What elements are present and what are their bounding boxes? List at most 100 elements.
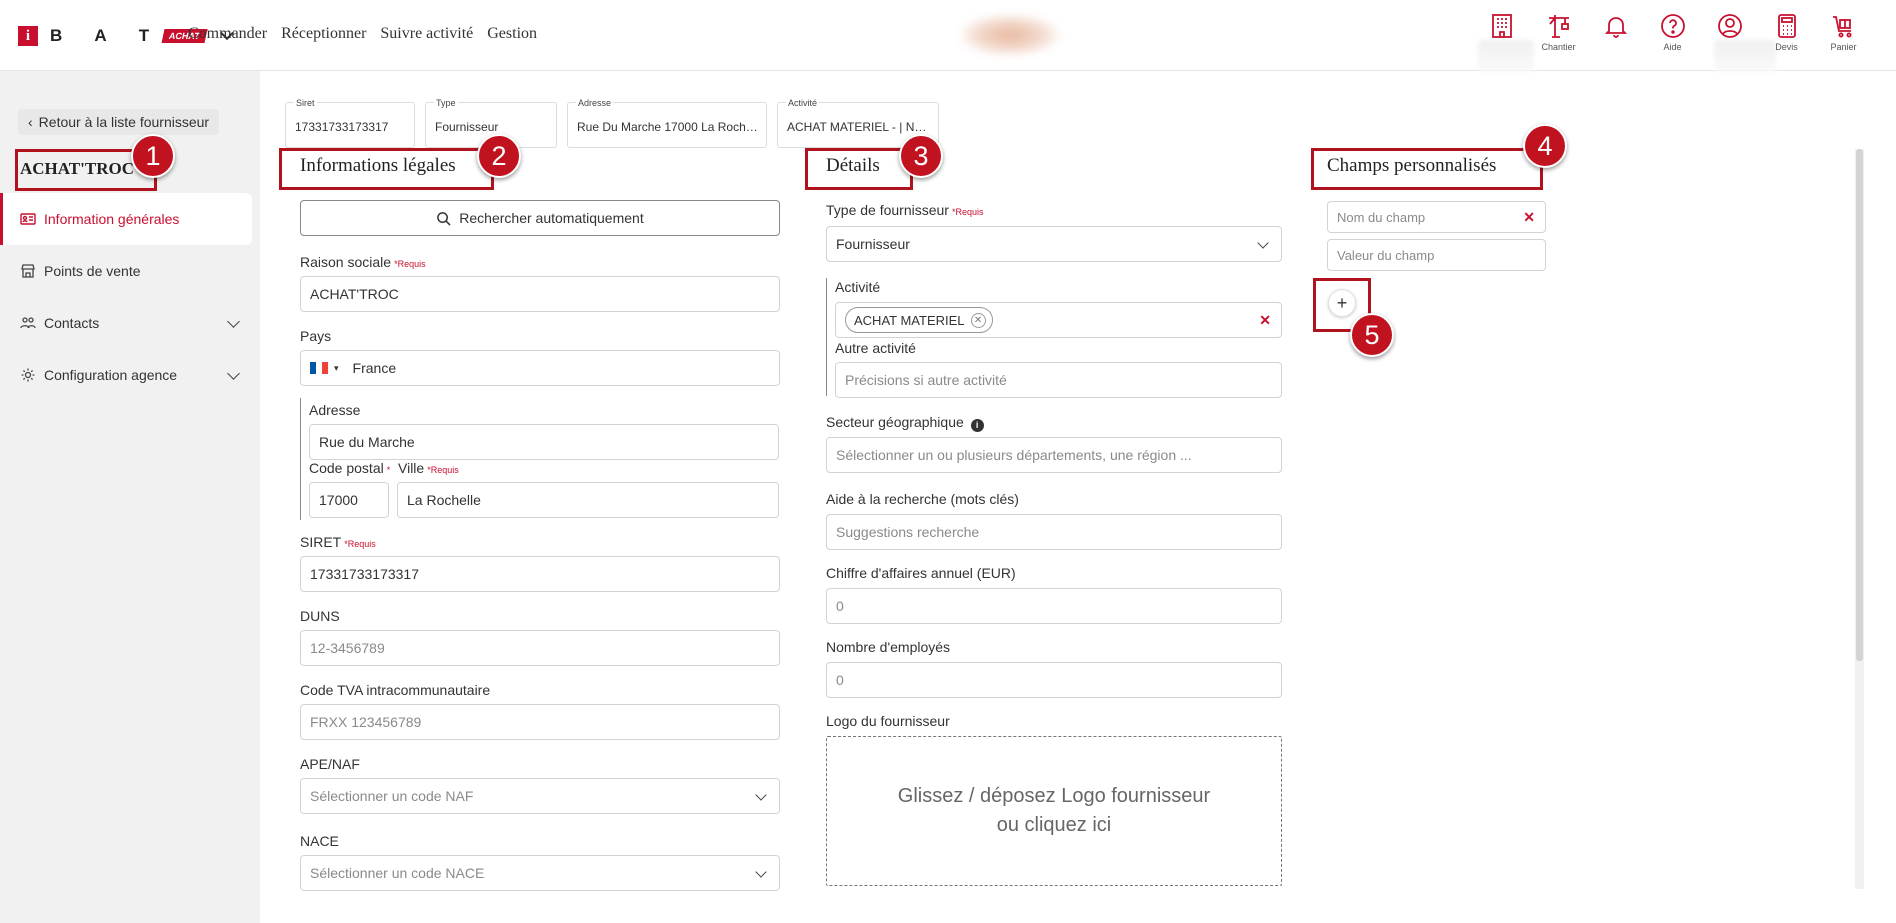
devis-caption: Devis: [1775, 42, 1798, 52]
duns-input[interactable]: 12-3456789: [300, 630, 780, 666]
nombre-employes-label: Nombre d'employés: [826, 639, 951, 655]
annotation-badge-2: 2: [477, 134, 521, 178]
nace-label: NACE: [300, 833, 339, 849]
pays-select[interactable]: ▾ France: [300, 350, 780, 386]
summary-activite-value: ACHAT MATERIEL - | NAF: -: [787, 120, 932, 134]
sidebar-item-contacts[interactable]: Contacts: [0, 297, 252, 349]
nav-suivre-activite[interactable]: Suivre activité: [380, 25, 473, 43]
summary-siret-value: 17331733173317: [295, 120, 389, 134]
building-button[interactable]: [1477, 12, 1526, 62]
chevron-down-icon: [755, 866, 767, 878]
tva-input[interactable]: FRXX 123456789: [300, 704, 780, 740]
sidebar-item-points-de-vente[interactable]: Points de vente: [0, 245, 252, 297]
chiffre-affaires-input[interactable]: 0: [826, 588, 1282, 624]
app-root: i B A T ACHAT Commander Réceptionner Sui…: [0, 0, 1896, 923]
activite-multiselect[interactable]: ACHAT MATERIEL ✕ ✕: [835, 302, 1282, 338]
gear-icon: [21, 368, 35, 382]
summary-siret-label: Siret: [294, 98, 317, 108]
remove-field-icon[interactable]: ✕: [1523, 209, 1535, 226]
brand-letters: B A T: [50, 26, 164, 45]
code-postal-label: Code postal *: [309, 460, 391, 476]
aide-recherche-label: Aide à la recherche (mots clés): [826, 491, 1019, 507]
summary-type-value: Fournisseur: [435, 120, 499, 134]
summary-adresse-label: Adresse: [576, 98, 614, 108]
chevron-left-icon: ‹: [28, 114, 33, 130]
nombre-employes-input[interactable]: 0: [826, 662, 1282, 698]
search-icon: [437, 211, 451, 226]
scrollbar-thumb[interactable]: [1856, 149, 1863, 661]
type-fournisseur-select[interactable]: Fournisseur: [826, 226, 1282, 262]
duns-label: DUNS: [300, 608, 340, 624]
annotation-badge-5: 5: [1350, 313, 1394, 357]
blurred-client-logo: [960, 14, 1060, 56]
ape-naf-placeholder: Sélectionner un code NAF: [310, 788, 474, 804]
store-icon: [21, 264, 35, 278]
secteur-label: Secteur géographique i: [826, 414, 984, 432]
clear-icon[interactable]: ✕: [1259, 312, 1271, 329]
back-to-list-button[interactable]: ‹ Retour à la liste fournisseur: [18, 109, 220, 135]
ville-label: Ville *Requis: [398, 460, 459, 476]
account-button[interactable]: [1705, 12, 1754, 62]
user-icon: [1717, 14, 1742, 38]
annotation-box-2: [279, 148, 494, 190]
content-scrollbar[interactable]: [1855, 149, 1864, 889]
ville-input[interactable]: La Rochelle: [397, 482, 779, 518]
sidebar-item-configuration-agence[interactable]: Configuration agence: [0, 349, 252, 401]
activite-chip: ACHAT MATERIEL ✕: [845, 307, 993, 333]
tva-label: Code TVA intracommunautaire: [300, 682, 491, 698]
aide-recherche-input[interactable]: Suggestions recherche: [826, 514, 1282, 550]
pays-value: France: [352, 360, 397, 376]
chantier-button[interactable]: Chantier: [1534, 12, 1583, 62]
crane-icon: [1548, 15, 1569, 38]
raison-sociale-input[interactable]: ACHAT'TROC: [300, 276, 780, 312]
autre-activite-label: Autre activité: [835, 340, 916, 356]
summary-type-label: Type: [434, 98, 458, 108]
annotation-badge-3: 3: [899, 134, 943, 178]
nav-commander[interactable]: Commander: [188, 25, 267, 43]
nace-select[interactable]: Sélectionner un code NACE: [300, 855, 780, 891]
address-group-line: [300, 398, 301, 520]
header-icons: Chantier Aide Devis Panier: [1477, 12, 1868, 62]
caret-down-icon: ▾: [334, 362, 339, 373]
brand-i-mark: i: [18, 26, 38, 46]
ape-naf-select[interactable]: Sélectionner un code NAF: [300, 778, 780, 814]
autre-activite-input[interactable]: Précisions si autre activité: [835, 362, 1282, 398]
bell-icon: [1604, 17, 1627, 38]
summary-siret: Siret 17331733173317: [285, 98, 415, 148]
building-icon: [1491, 14, 1512, 38]
summary-activite-label: Activité: [786, 98, 820, 108]
cart-caption: Panier: [1830, 42, 1857, 52]
chip-remove-icon[interactable]: ✕: [970, 312, 986, 328]
cart-icon: [1832, 16, 1851, 38]
notifications-button[interactable]: [1591, 12, 1640, 62]
id-card-icon: [20, 213, 36, 225]
nav-receptionner[interactable]: Réceptionner: [281, 25, 366, 43]
adresse-input[interactable]: Rue du Marche: [309, 424, 779, 460]
auto-search-label: Rechercher automatiquement: [459, 210, 644, 226]
cart-button[interactable]: Panier: [1819, 12, 1868, 62]
custom-field-value-input[interactable]: Valeur du champ: [1327, 239, 1546, 271]
devis-button[interactable]: Devis: [1762, 12, 1811, 62]
logo-dropzone[interactable]: Glissez / déposez Logo fournisseur ou cl…: [826, 736, 1282, 886]
sidebar-item-label: Contacts: [44, 315, 100, 331]
annotation-box-4: [1311, 148, 1543, 190]
help-caption: Aide: [1663, 42, 1682, 52]
dropzone-text-line2: ou cliquez ici: [996, 814, 1112, 836]
dropzone-text-line1: Glissez / déposez Logo fournisseur: [897, 785, 1211, 807]
info-icon[interactable]: i: [970, 418, 984, 432]
sidebar-item-label: Points de vente: [44, 263, 141, 279]
chevron-down-icon: [227, 315, 240, 328]
siret-input[interactable]: 17331733173317: [300, 556, 780, 592]
secteur-select[interactable]: Sélectionner un ou plusieurs département…: [826, 437, 1282, 473]
annotation-badge-4: 4: [1523, 124, 1567, 168]
activity-group-line: [826, 278, 827, 396]
custom-field-name-input[interactable]: Nom du champ ✕: [1327, 201, 1546, 233]
code-postal-input[interactable]: 17000: [309, 482, 389, 518]
custom-field-name-placeholder: Nom du champ: [1337, 209, 1426, 225]
nav-gestion[interactable]: Gestion: [487, 25, 537, 43]
sidebar-item-information-generales[interactable]: Information générales: [0, 193, 252, 245]
help-button[interactable]: Aide: [1648, 12, 1697, 62]
adresse-label: Adresse: [309, 402, 361, 418]
ape-naf-label: APE/NAF: [300, 756, 360, 772]
auto-search-button[interactable]: Rechercher automatiquement: [300, 200, 780, 236]
